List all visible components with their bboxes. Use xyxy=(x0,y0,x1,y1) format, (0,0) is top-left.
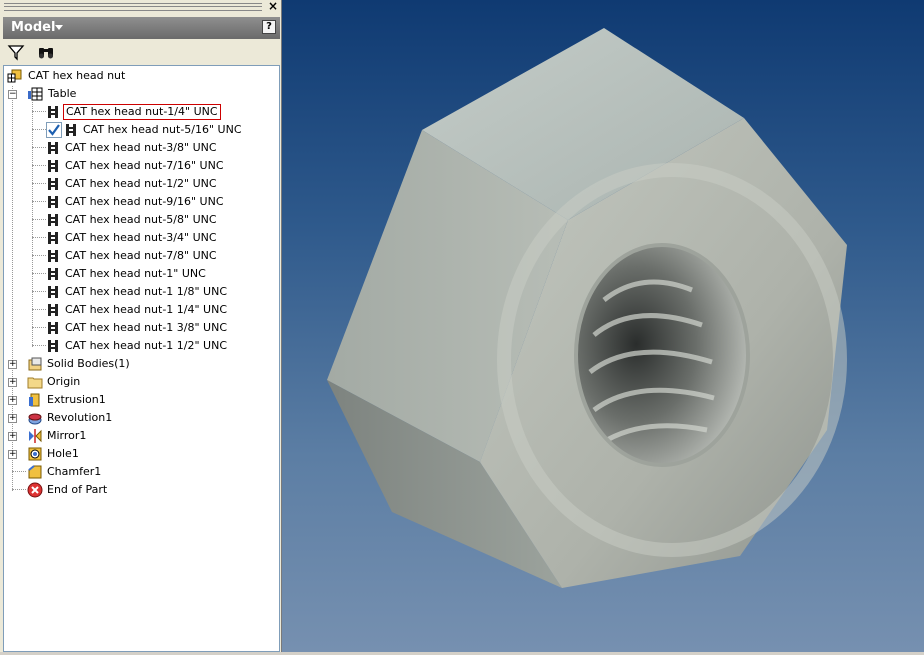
active-checkmark-icon xyxy=(46,122,62,138)
table-member-icon xyxy=(48,322,58,334)
expand-toggle[interactable]: + xyxy=(8,414,17,423)
table-member-row[interactable]: CAT hex head nut-1/2" UNC xyxy=(4,175,274,193)
expand-toggle[interactable]: + xyxy=(8,450,17,459)
tree-item-table[interactable]: − Table xyxy=(4,85,274,103)
table-member-icon xyxy=(48,232,58,244)
table-member-label: CAT hex head nut-5/8" UNC xyxy=(65,213,217,226)
expand-toggle[interactable]: + xyxy=(8,360,17,369)
table-member-label: CAT hex head nut-7/16" UNC xyxy=(65,159,224,172)
feature-row[interactable]: + Hole1 xyxy=(4,445,274,463)
table-member-icon xyxy=(48,214,58,226)
browser-header: Model ? xyxy=(3,17,280,39)
help-button[interactable]: ? xyxy=(262,20,276,34)
feature-row[interactable]: + Solid Bodies(1) xyxy=(4,355,274,373)
table-member-label: CAT hex head nut-5/16" UNC xyxy=(83,123,242,136)
table-member-icon xyxy=(48,340,58,352)
tree-root[interactable]: CAT hex head nut xyxy=(4,67,274,85)
table-member-icon xyxy=(48,196,58,208)
table-member-label: CAT hex head nut-1 1/8" UNC xyxy=(65,285,228,298)
tree-item-label: Table xyxy=(48,87,77,100)
table-icon xyxy=(28,87,43,101)
feature-label: Origin xyxy=(47,375,81,388)
table-member-icon xyxy=(48,106,58,118)
table-member-row[interactable]: CAT hex head nut-1" UNC xyxy=(4,265,274,283)
end-of-part-icon xyxy=(27,482,43,498)
table-member-label: CAT hex head nut-7/8" UNC xyxy=(65,249,217,262)
table-member-row[interactable]: CAT hex head nut-3/4" UNC xyxy=(4,229,274,247)
table-member-label: CAT hex head nut-1" UNC xyxy=(65,267,206,280)
feature-label: Mirror1 xyxy=(47,429,87,442)
table-member-icon xyxy=(48,286,58,298)
table-member-icon xyxy=(48,142,58,154)
table-member-icon xyxy=(48,250,58,262)
tree-root-label: CAT hex head nut xyxy=(28,69,126,82)
graphics-viewport[interactable] xyxy=(282,0,924,652)
mirror-icon xyxy=(29,429,42,443)
table-member-row[interactable]: CAT hex head nut-9/16" UNC xyxy=(4,193,274,211)
feature-row[interactable]: Chamfer1 xyxy=(4,463,274,481)
table-member-row[interactable]: CAT hex head nut-1 1/2" UNC xyxy=(4,337,274,355)
table-member-label: CAT hex head nut-9/16" UNC xyxy=(65,195,224,208)
table-member-icon xyxy=(48,304,58,316)
chevron-down-icon[interactable] xyxy=(55,25,63,30)
table-member-row[interactable]: CAT hex head nut-7/16" UNC xyxy=(4,157,274,175)
table-member-row[interactable]: CAT hex head nut-1/4" UNC xyxy=(4,103,274,121)
filter-icon[interactable] xyxy=(7,43,25,61)
feature-label: Extrusion1 xyxy=(47,393,106,406)
hole-icon xyxy=(28,447,42,461)
table-member-row[interactable]: CAT hex head nut-1 1/8" UNC xyxy=(4,283,274,301)
table-member-label: CAT hex head nut-1 3/8" UNC xyxy=(65,321,228,334)
table-member-row[interactable]: CAT hex head nut-1 1/4" UNC xyxy=(4,301,274,319)
table-member-row[interactable]: CAT hex head nut-1 3/8" UNC xyxy=(4,319,274,337)
model-tree: CAT hex head nut − Table CAT hex head nu… xyxy=(3,65,280,652)
feature-row[interactable]: + Mirror1 xyxy=(4,427,274,445)
table-member-label: CAT hex head nut-1 1/4" UNC xyxy=(65,303,228,316)
expand-toggle[interactable]: + xyxy=(8,378,17,387)
feature-label: Revolution1 xyxy=(47,411,113,424)
feature-row[interactable]: End of Part xyxy=(4,481,274,499)
table-member-icon xyxy=(66,124,76,136)
table-member-label: CAT hex head nut-3/4" UNC xyxy=(65,231,217,244)
feature-label: Chamfer1 xyxy=(47,465,102,478)
hex-nut-3d-model[interactable] xyxy=(282,0,924,652)
feature-label: Hole1 xyxy=(47,447,79,460)
feature-label: Solid Bodies(1) xyxy=(47,357,130,370)
chamfer-icon xyxy=(28,465,42,479)
table-member-label: CAT hex head nut-1 1/2" UNC xyxy=(65,339,228,352)
model-browser-panel: × Model ? CAT hex head nut − Table CAT h… xyxy=(0,0,282,652)
folder-icon xyxy=(27,377,43,389)
feature-row[interactable]: + Extrusion1 xyxy=(4,391,274,409)
table-member-icon xyxy=(48,268,58,280)
expand-toggle[interactable]: + xyxy=(8,432,17,441)
solid-bodies-icon xyxy=(28,357,42,371)
revolution-icon xyxy=(28,413,42,425)
browser-toolbar xyxy=(3,40,280,64)
table-member-row[interactable]: CAT hex head nut-5/8" UNC xyxy=(4,211,274,229)
panel-drag-grip[interactable] xyxy=(4,3,262,11)
part-icon xyxy=(7,69,22,83)
table-member-label: CAT hex head nut-1/2" UNC xyxy=(65,177,217,190)
table-member-label: CAT hex head nut-3/8" UNC xyxy=(65,141,217,154)
table-member-row[interactable]: CAT hex head nut-7/8" UNC xyxy=(4,247,274,265)
feature-label: End of Part xyxy=(47,483,108,496)
expand-toggle[interactable]: + xyxy=(8,396,17,405)
table-member-row[interactable]: CAT hex head nut-5/16" UNC xyxy=(4,121,274,139)
feature-row[interactable]: + Revolution1 xyxy=(4,409,274,427)
collapse-toggle[interactable]: − xyxy=(8,90,17,99)
table-member-icon xyxy=(48,178,58,190)
model-dropdown-label[interactable]: Model xyxy=(11,20,55,35)
table-member-icon xyxy=(48,160,58,172)
table-member-label: CAT hex head nut-1/4" UNC xyxy=(63,104,221,120)
close-panel-button[interactable]: × xyxy=(266,0,280,12)
binoculars-icon[interactable] xyxy=(37,43,55,61)
feature-row[interactable]: + Origin xyxy=(4,373,274,391)
table-member-row[interactable]: CAT hex head nut-3/8" UNC xyxy=(4,139,274,157)
extrusion-icon xyxy=(29,393,40,407)
